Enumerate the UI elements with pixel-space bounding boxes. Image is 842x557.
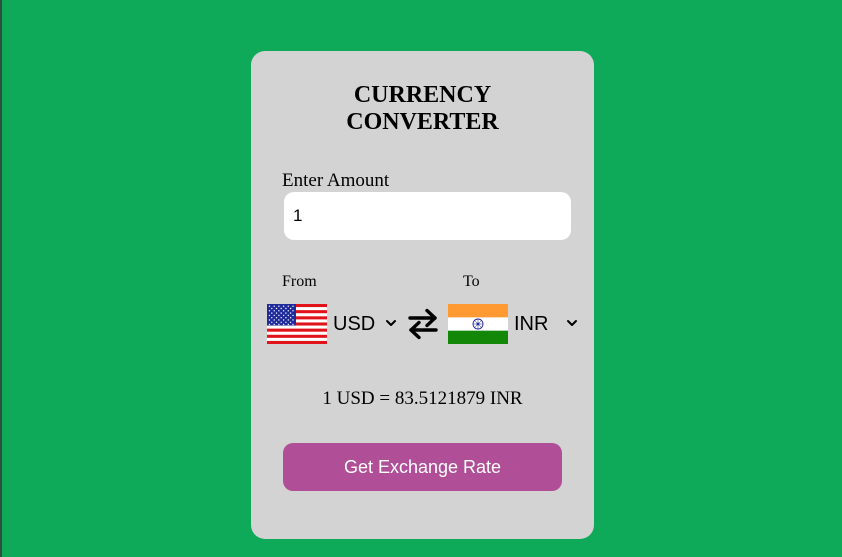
from-label: From [282,273,317,290]
swap-arrows-icon[interactable] [406,307,440,341]
from-currency-select[interactable]: USD [333,309,397,339]
title-line-2: CONVERTER [346,109,499,135]
from-currency-value: USD [333,312,376,335]
converter-card: CURRENCY CONVERTER Enter Amount From To … [251,51,594,539]
page-title: CURRENCY CONVERTER [251,82,594,136]
get-exchange-rate-button[interactable]: Get Exchange Rate [283,443,562,491]
exchange-rate-result: 1 USD = 83.5121879 INR [322,388,523,409]
title-line-1: CURRENCY [353,82,492,108]
to-label: To [463,273,480,290]
to-currency-select[interactable]: INR [514,309,578,339]
us-flag-icon [267,304,327,344]
amount-input[interactable] [284,192,571,240]
to-currency-value: INR [514,312,549,335]
chevron-down-icon [567,320,577,326]
window-edge [0,0,2,557]
india-flag-icon [448,304,508,344]
amount-label: Enter Amount [282,170,390,191]
chevron-down-icon [386,320,396,326]
